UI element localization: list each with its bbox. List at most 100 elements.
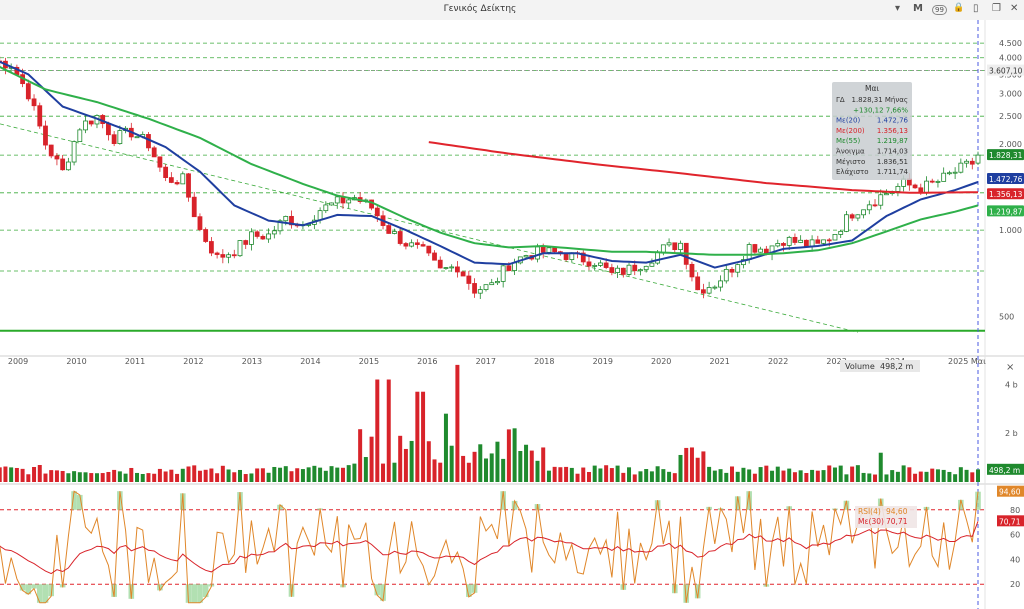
volume-bar — [192, 465, 197, 482]
candle-body — [151, 147, 157, 158]
lock-icon[interactable]: 🔒 — [953, 3, 964, 13]
dropdown-icon[interactable]: ▾ — [895, 3, 900, 14]
volume-bar — [701, 451, 706, 482]
volume-bar — [924, 471, 929, 482]
candle-body — [821, 239, 826, 244]
candle-body — [809, 239, 815, 247]
x-tick-label: 2020 — [651, 357, 671, 366]
candle-body — [803, 239, 809, 247]
volume-bar — [300, 469, 305, 482]
volume-close-icon: × — [1006, 362, 1014, 373]
price-tick-label: 3.000 — [999, 90, 1022, 99]
volume-bar — [615, 465, 620, 482]
close-window-icon[interactable]: ✕ — [1010, 3, 1018, 14]
volume-bar — [3, 466, 8, 482]
restore-window-icon[interactable]: ❐ — [992, 3, 1001, 14]
volume-bar — [758, 467, 763, 482]
candle-body — [786, 236, 792, 246]
volume-bar — [226, 469, 231, 482]
candle-body — [500, 265, 506, 282]
candle-body — [77, 129, 83, 143]
info-box-key: Με(200) — [836, 127, 865, 135]
candle-body — [660, 244, 666, 253]
candle-body — [48, 144, 54, 157]
volume-bar — [369, 436, 374, 482]
volume-bar — [489, 453, 494, 482]
candle-body — [43, 125, 48, 146]
candle-body — [512, 262, 518, 271]
volume-bar — [667, 471, 672, 482]
volume-bar — [644, 469, 649, 482]
volume-bar — [180, 468, 185, 482]
candle-body — [643, 265, 649, 271]
volume-bar — [478, 444, 483, 482]
volume-bar — [346, 465, 351, 482]
badge-icon[interactable]: 99 — [932, 5, 947, 15]
price-label: 1.219,87 — [989, 207, 1023, 216]
period-button[interactable]: M — [913, 3, 923, 14]
candle-body — [946, 172, 952, 175]
info-box-key: Με(55) — [836, 137, 860, 145]
volume-bar — [77, 472, 82, 482]
volume-bar — [54, 470, 59, 482]
candle-body — [540, 246, 546, 253]
volume-bar — [878, 452, 883, 482]
volume-bar — [289, 471, 294, 482]
level-label: 3.607,10 — [989, 67, 1023, 76]
volume-tick-label: 2 b — [1005, 429, 1018, 438]
volume-bar — [621, 472, 626, 482]
candle-body — [535, 246, 540, 260]
candle-body — [700, 289, 706, 294]
candle-body — [878, 194, 884, 206]
candle-body — [598, 262, 603, 266]
candle-body — [952, 171, 958, 174]
volume-bar — [655, 466, 660, 482]
candle-body — [626, 264, 632, 275]
volume-bar — [358, 429, 363, 482]
volume-bar — [718, 469, 723, 482]
candle-body — [432, 252, 437, 261]
candle-body — [323, 204, 329, 212]
volume-bar — [157, 468, 162, 482]
x-tick-label: 2015 — [359, 357, 379, 366]
x-tick-label: 2014 — [300, 357, 320, 366]
candle-body — [37, 105, 43, 127]
volume-bar — [306, 467, 311, 482]
volume-bar — [873, 474, 878, 482]
volume-bar — [215, 473, 220, 482]
candle-body — [929, 180, 935, 183]
x-tick-label: 2019 — [593, 357, 613, 366]
candle-body — [466, 275, 472, 284]
volume-bar — [792, 472, 797, 482]
info-box-value: 1.356,13 — [877, 127, 908, 135]
volume-bar — [89, 473, 94, 482]
candle-body — [180, 173, 186, 185]
candle-body — [798, 239, 804, 243]
candle-body — [106, 123, 111, 136]
candle-body — [454, 266, 460, 273]
chart-canvas[interactable]: 4.5004.0003.5003.0002.5002.0001.5001.000… — [0, 20, 1024, 609]
candle-body — [409, 242, 415, 247]
info-box-key: Με(20) — [836, 117, 860, 125]
volume-bar — [947, 471, 952, 482]
candle-body — [695, 276, 701, 291]
volume-bar — [455, 364, 460, 482]
volume-bar — [798, 470, 803, 482]
volume-bar — [112, 469, 117, 482]
candle-body — [649, 262, 655, 267]
volume-bar — [627, 467, 632, 482]
volume-bar — [735, 471, 740, 482]
split-view-icon[interactable]: ▯ — [973, 3, 979, 14]
volume-bar — [169, 469, 174, 482]
candle-body — [460, 271, 466, 277]
volume-bar — [867, 473, 872, 482]
candle-body — [386, 225, 392, 234]
volume-bar — [272, 466, 277, 482]
volume-bar — [541, 447, 546, 482]
volume-bar — [443, 413, 448, 482]
candle-body — [941, 172, 947, 182]
candle-body — [163, 166, 169, 178]
volume-bar — [970, 472, 975, 482]
volume-bar — [907, 467, 912, 482]
volume-bar — [678, 454, 683, 482]
